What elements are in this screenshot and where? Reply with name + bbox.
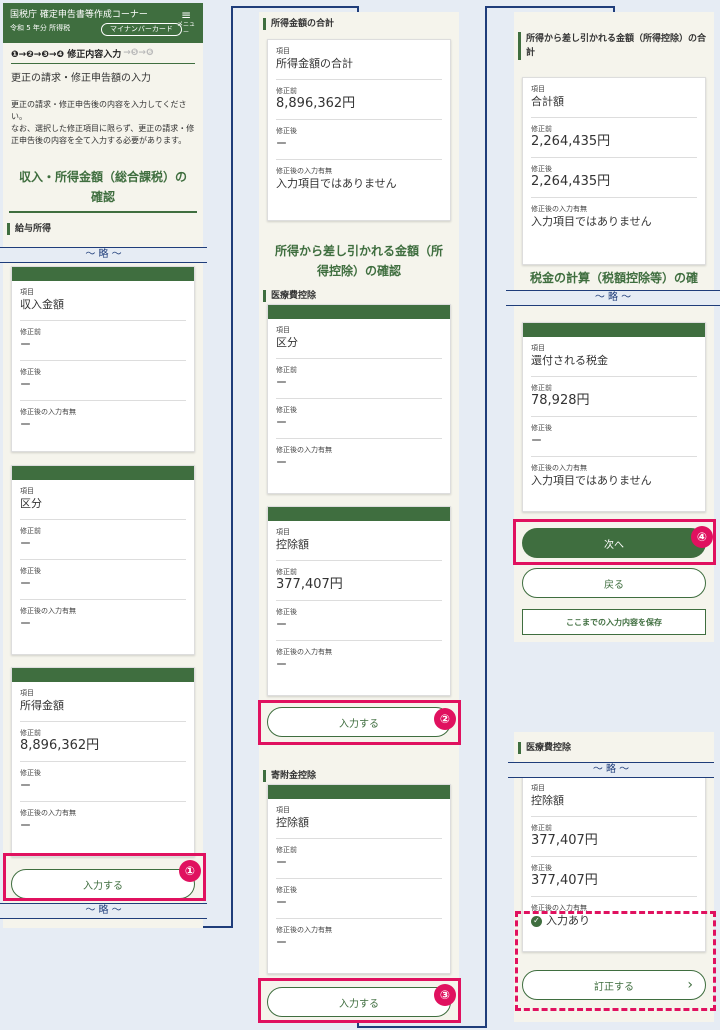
input-status: ー [20, 819, 31, 832]
hamburger-icon: ≡ [180, 8, 192, 22]
mynumber-card-badge[interactable]: マイナンバーカード [101, 23, 182, 36]
input-status: ー [276, 456, 287, 469]
after-value: 2,264,435円 [531, 174, 611, 189]
input-status: ー [20, 418, 31, 431]
item-value: 区分 [276, 336, 298, 349]
marker-2: ② [434, 708, 456, 730]
category-card: 項目 区分 修正前ー 修正後ー 修正後の入力有無ー [11, 465, 195, 655]
highlight-box-dashed [515, 911, 716, 1011]
input-status: 入力項目ではありません [531, 215, 652, 228]
income-amount-card: 項目 所得金額 修正前 8,896,362円 修正後ー 修正後の入力有無ー [11, 667, 195, 857]
connector-line [485, 6, 487, 1028]
before-value: 8,896,362円 [20, 738, 100, 753]
subheading-income-total: 所得金額の合計 [263, 18, 455, 30]
omission-break: ～ 略 ～ [506, 290, 720, 306]
marker-3: ③ [434, 984, 456, 1006]
item-value: 収入金額 [20, 298, 64, 311]
medical-deduction-card: 項目 控除額 修正前 377,407円 修正後ー 修正後の入力有無ー [267, 506, 451, 696]
deduction-total-card: 項目 合計額 修正前 2,264,435円 修正後 2,264,435円 修正後の入力… [522, 77, 706, 265]
donation-deduction-card: 項目 控除額 修正前ー 修正後ー 修正後の入力有無ー [267, 784, 451, 974]
page-title: 更正の請求・修正申告額の入力 [11, 63, 195, 91]
before-value: ー [276, 856, 287, 869]
item-value: 控除額 [531, 794, 564, 807]
section-heading-deduction: 所得から差し引かれる金額（所得控除）の確認 [275, 244, 444, 278]
section-heading-tax: 税金の計算（税額控除等）の確 [529, 271, 698, 285]
highlight-box-4 [513, 519, 716, 565]
item-value: 控除額 [276, 816, 309, 829]
before-value: 78,928円 [531, 393, 590, 408]
item-value: 控除額 [276, 538, 309, 551]
after-value: ー [531, 434, 542, 447]
after-value: ー [20, 378, 31, 391]
subheading-donation: 寄附金控除 [263, 770, 455, 782]
highlight-box-2 [258, 700, 461, 745]
medical-category-card: 項目 区分 修正前ー 修正後ー 修正後の入力有無ー [267, 304, 451, 494]
connector-line [357, 1026, 487, 1028]
connector-line [231, 6, 233, 928]
income-card: 項目 収入金額 修正前ー 修正後ー 修正後の入力有無ー [11, 266, 195, 452]
section-heading-income: 収入・所得金額（総合課税）の確認 [19, 170, 188, 204]
connector-line [231, 6, 359, 8]
input-status: 入力項目ではありません [531, 474, 652, 487]
input-status: ー [276, 658, 287, 671]
subheading-medical: 医療費控除 [518, 742, 710, 754]
menu-button[interactable]: ≡ メニュー [175, 9, 197, 37]
before-value: 2,264,435円 [531, 134, 611, 149]
after-value: ー [276, 137, 287, 150]
app-title: 国税庁 確定申告書等作成コーナー [10, 10, 148, 20]
highlight-box-3 [258, 978, 461, 1023]
omission-break: ～ 略 ～ [508, 762, 714, 778]
item-value: 所得金額 [20, 699, 64, 712]
save-progress-button[interactable]: ここまでの入力内容を保存 [522, 609, 706, 635]
input-status: ー [276, 936, 287, 949]
item-value: 合計額 [531, 95, 564, 108]
before-value: 377,407円 [276, 577, 343, 592]
after-value: 377,407円 [531, 873, 598, 888]
after-value: ー [20, 779, 31, 792]
before-value: ー [20, 338, 31, 351]
marker-4: ④ [691, 526, 713, 548]
heading-underline [9, 211, 197, 213]
subheading-deduction-total: 所得から差し引かれる金額（所得控除）の合計 [518, 32, 710, 60]
item-value: 所得金額の合計 [276, 57, 353, 70]
screen-column-1: 国税庁 確定申告書等作成コーナー 令和 5 年分 所得税 マイナンバーカード ≡… [3, 3, 203, 928]
before-value: ー [276, 376, 287, 389]
input-status: 入力項目ではありません [276, 177, 397, 190]
description-text: 更正の請求・修正申告後の内容を入力してください。 なお、選択した修正項目に限らず… [11, 100, 195, 145]
highlight-box-1 [3, 853, 206, 901]
screen-column-2: 所得金額の合計 項目 所得金額の合計 修正前 8,896,362円 修正後ー 修正後… [259, 12, 459, 1022]
before-value: 8,896,362円 [276, 96, 356, 111]
back-button[interactable]: 戻る [522, 568, 706, 598]
omission-break: ～ 略 ～ [0, 247, 207, 263]
input-status: ー [20, 617, 31, 630]
income-total-card: 項目 所得金額の合計 修正前 8,896,362円 修正後ー 修正後の入力有無 入力項… [267, 39, 451, 221]
item-value: 区分 [20, 497, 42, 510]
connector-line [485, 6, 615, 8]
marker-1: ① [179, 860, 201, 882]
after-value: ー [276, 618, 287, 631]
before-value: ー [20, 537, 31, 550]
subheading-salary: 給与所得 [7, 223, 199, 235]
omission-break: ～ 略 ～ [0, 903, 207, 919]
tax-year-label: 令和 5 年分 所得税 [10, 24, 71, 32]
after-value: ー [20, 577, 31, 590]
after-value: ー [276, 416, 287, 429]
app-header: 国税庁 確定申告書等作成コーナー 令和 5 年分 所得税 マイナンバーカード ≡… [3, 3, 203, 43]
subheading-medical: 医療費控除 [263, 290, 455, 302]
after-value: ー [276, 896, 287, 909]
before-value: 377,407円 [531, 833, 598, 848]
step-indicator: ❶→❷→❸→❹ 修正内容入力 →❺→❻ [11, 48, 154, 60]
item-value: 還付される税金 [531, 354, 608, 367]
refund-card: 項目 還付される税金 修正前 78,928円 修正後ー 修正後の入力有無 入力項目では… [522, 322, 706, 512]
